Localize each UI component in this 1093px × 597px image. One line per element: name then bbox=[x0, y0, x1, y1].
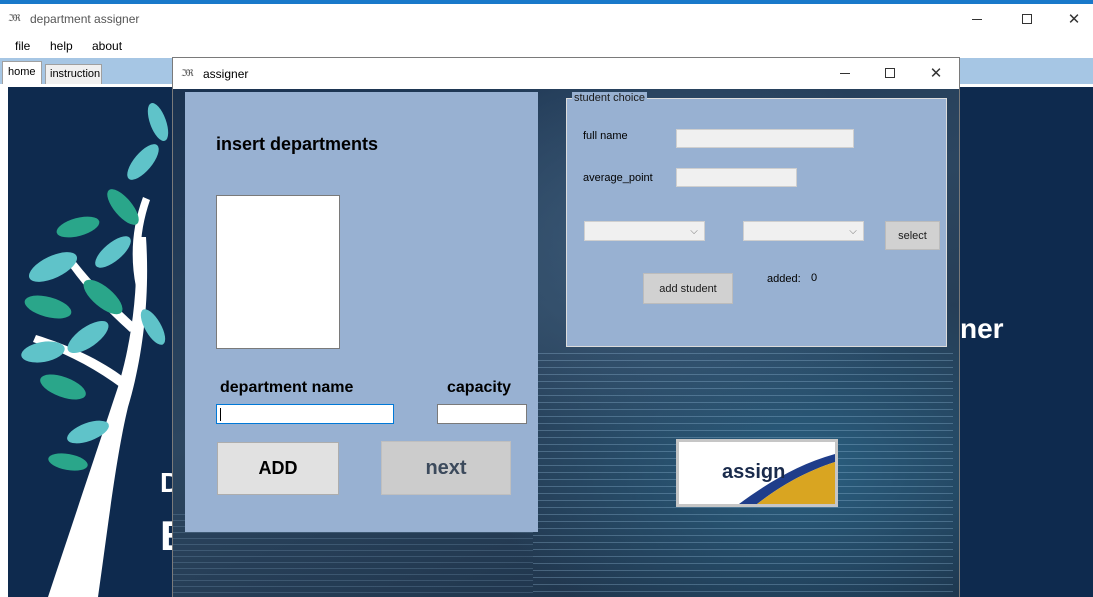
maximize-button[interactable] bbox=[1004, 4, 1050, 34]
average-point-label: average_point bbox=[583, 172, 653, 184]
student-choice-group: student choice full name average_point ⌵… bbox=[566, 92, 947, 347]
dialog-minimize-button[interactable] bbox=[822, 58, 868, 88]
added-count: 0 bbox=[811, 272, 818, 284]
insert-departments-title: insert departments bbox=[216, 134, 379, 154]
minimize-button[interactable] bbox=[954, 4, 1000, 34]
menu-bar: file help about bbox=[0, 34, 1093, 58]
dialog-app-icon: ℑℜ bbox=[181, 69, 194, 79]
department-choice-2-dropdown[interactable]: ⌵ bbox=[743, 221, 864, 241]
tab-instruction[interactable]: instruction bbox=[45, 64, 102, 84]
minimize-icon bbox=[840, 72, 850, 74]
assign-button-label: assign bbox=[722, 461, 786, 483]
dialog-close-button[interactable]: ✕ bbox=[913, 58, 959, 88]
dialog-titlebar: ℑℜ assigner ✕ bbox=[173, 58, 959, 89]
select-button[interactable]: select bbox=[885, 221, 940, 250]
minimize-icon bbox=[972, 18, 982, 20]
added-label: added: bbox=[767, 273, 801, 285]
close-icon: ✕ bbox=[929, 63, 943, 82]
text-caret bbox=[220, 408, 221, 421]
menu-about[interactable]: about bbox=[92, 39, 122, 53]
student-choice-legend: student choice bbox=[572, 92, 647, 104]
average-point-input[interactable] bbox=[676, 168, 797, 187]
assign-button[interactable]: assign bbox=[676, 439, 838, 507]
capacity-label: capacity bbox=[447, 379, 512, 396]
next-button[interactable]: next bbox=[381, 441, 511, 495]
full-name-label: full name bbox=[583, 130, 628, 142]
department-choice-1-dropdown[interactable]: ⌵ bbox=[584, 221, 705, 241]
main-titlebar: ℑℜ department assigner ✕ bbox=[0, 4, 1093, 34]
main-window-title: department assigner bbox=[30, 12, 140, 26]
maximize-icon bbox=[885, 68, 895, 78]
add-department-button[interactable]: ADD bbox=[217, 442, 339, 495]
close-button[interactable]: ✕ bbox=[1051, 4, 1093, 34]
departments-listbox[interactable] bbox=[216, 195, 340, 349]
tab-home[interactable]: home bbox=[2, 61, 42, 84]
banner-text-fragment: ner bbox=[960, 313, 1004, 344]
dialog-background-image: insert departments department name capac… bbox=[173, 89, 959, 597]
insert-departments-panel: insert departments department name capac… bbox=[185, 92, 538, 532]
menu-help[interactable]: help bbox=[50, 39, 73, 53]
maximize-icon bbox=[1022, 14, 1032, 24]
chevron-down-icon: ⌵ bbox=[690, 225, 698, 237]
department-name-label: department name bbox=[220, 379, 354, 396]
full-name-input[interactable] bbox=[676, 129, 854, 148]
department-name-input[interactable] bbox=[216, 404, 394, 424]
close-icon: ✕ bbox=[1067, 9, 1081, 28]
assigner-dialog: ℑℜ assigner ✕ insert departments departm… bbox=[172, 57, 960, 597]
app-icon: ℑℜ bbox=[8, 14, 21, 24]
capacity-input[interactable] bbox=[437, 404, 527, 424]
menu-file[interactable]: file bbox=[15, 39, 30, 53]
dialog-maximize-button[interactable] bbox=[867, 58, 913, 88]
chevron-down-icon: ⌵ bbox=[849, 225, 857, 237]
add-student-button[interactable]: add student bbox=[643, 273, 733, 304]
tree-logo-icon bbox=[21, 103, 169, 597]
dialog-title: assigner bbox=[203, 67, 249, 81]
